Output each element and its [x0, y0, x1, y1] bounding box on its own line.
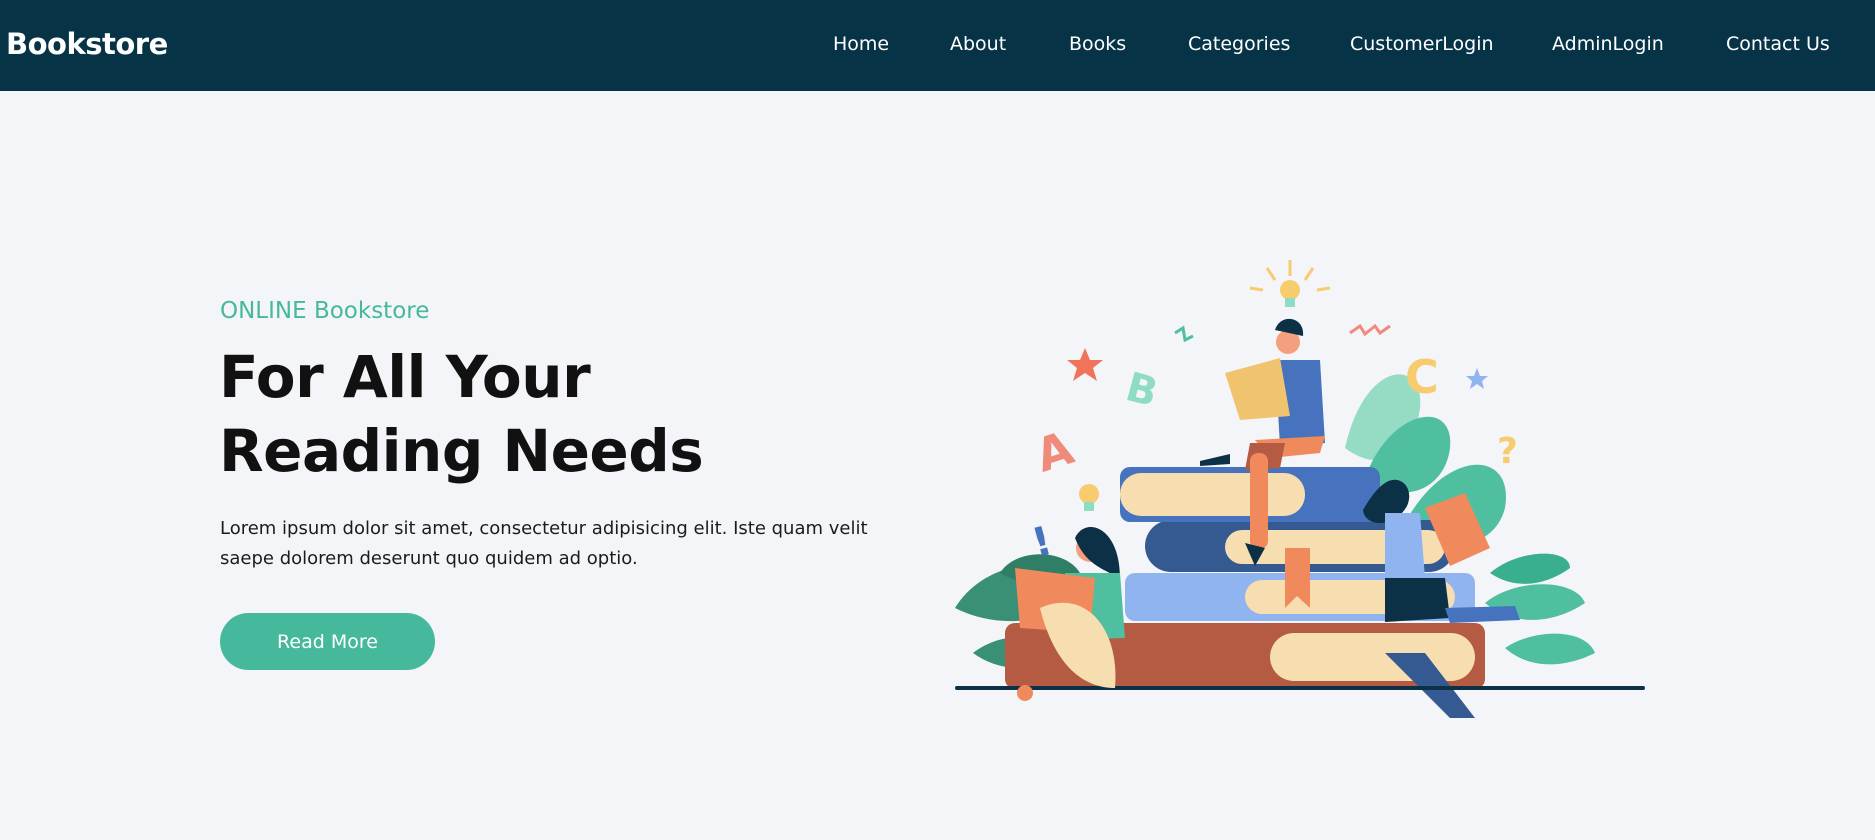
people-reading-books-illustration: A B C ? ! [955, 260, 1645, 718]
nav-link-admin-login[interactable]: AdminLogin [1552, 33, 1664, 55]
nav-link-customer-login[interactable]: CustomerLogin [1350, 33, 1494, 55]
svg-text:B: B [1121, 364, 1162, 416]
hero-title-line1: For All Your [219, 343, 591, 411]
top-navbar: Bookstore Home About Books Categories Cu… [0, 0, 1875, 91]
nav-link-books[interactable]: Books [1069, 33, 1126, 55]
hero-description: Lorem ipsum dolor sit amet, consectetur … [220, 518, 868, 569]
hero-title-line2: Reading Needs [219, 417, 704, 485]
nav-link-contact-us[interactable]: Contact Us [1726, 33, 1830, 55]
svg-text:A: A [1029, 420, 1080, 482]
hero-eyebrow: ONLINE Bookstore [220, 298, 430, 324]
read-more-button[interactable]: Read More [220, 613, 435, 670]
hero-title: For All Your Reading Needs [219, 340, 779, 488]
nav-link-categories[interactable]: Categories [1188, 33, 1290, 55]
brand-logo[interactable]: Bookstore [6, 27, 168, 61]
nav-link-about[interactable]: About [950, 33, 1006, 55]
svg-text:?: ? [1497, 431, 1518, 472]
nav-link-home[interactable]: Home [833, 33, 889, 55]
svg-text:C: C [1405, 350, 1439, 404]
